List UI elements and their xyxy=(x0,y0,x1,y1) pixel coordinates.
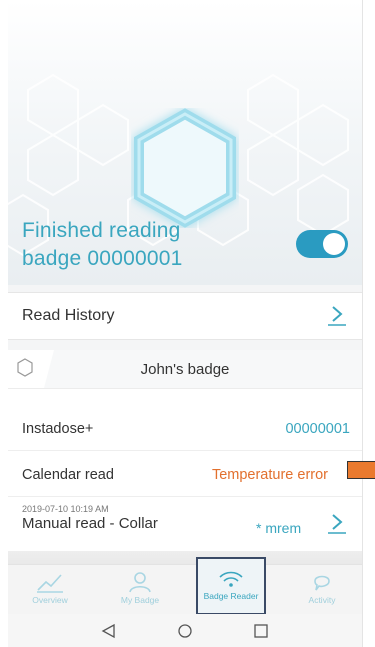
recents-icon[interactable] xyxy=(252,623,270,639)
nav-activity-label: Activity xyxy=(308,595,336,605)
nav-badge-reader-label: Badge Reader xyxy=(203,591,259,601)
read-history-row[interactable]: Read History xyxy=(8,292,362,340)
reader-toggle[interactable] xyxy=(296,230,348,258)
nav-my-badge[interactable]: My Badge xyxy=(98,565,182,615)
nav-my-badge-label: My Badge xyxy=(120,595,160,605)
reading-status-line1: Finished reading xyxy=(22,219,181,242)
calendar-read-label: Calendar read xyxy=(22,467,114,483)
system-nav-bar xyxy=(8,614,362,647)
user-icon xyxy=(129,572,151,593)
toggle-knob xyxy=(323,233,345,255)
badge-hexagon-icon xyxy=(131,108,239,228)
device-value: 00000001 xyxy=(285,421,350,437)
manual-read-title: Manual read - Collar xyxy=(22,515,158,532)
error-highlight-marker xyxy=(347,461,375,479)
device-label: Instadose+ xyxy=(22,421,94,437)
nav-badge-reader[interactable]: Badge Reader xyxy=(196,557,266,615)
manual-read-timestamp: 2019-07-10 10:19 AM xyxy=(22,504,109,514)
divider xyxy=(8,450,362,451)
bottom-nav: Overview My Badge Badge Reader Activity xyxy=(8,557,362,615)
back-icon[interactable] xyxy=(100,623,118,639)
manual-read-dose: * mrem xyxy=(256,520,302,536)
calendar-read-row: Calendar read Temperature error xyxy=(22,455,350,495)
divider xyxy=(8,496,362,497)
badge-title: John's badge xyxy=(140,361,230,378)
badge-reader-hero: Finished reading badge 00000001 xyxy=(8,0,362,285)
device-row: Instadose+ 00000001 xyxy=(22,409,350,449)
chevron-right-icon[interactable] xyxy=(326,304,348,326)
badge-header: John's badge xyxy=(8,350,362,389)
manual-read-entry[interactable]: 2019-07-10 10:19 AM Manual read - Collar xyxy=(22,504,158,532)
chart-icon xyxy=(37,574,63,593)
nav-overview[interactable]: Overview xyxy=(8,565,92,615)
badge-details-card: John's badge Instadose+ 00000001 Calenda… xyxy=(8,350,362,555)
wifi-icon xyxy=(219,571,243,587)
temperature-error-status: Temperature error xyxy=(211,467,328,483)
app-screen: Finished reading badge 00000001 Read His… xyxy=(8,0,363,647)
reading-status-line2: badge 00000001 xyxy=(22,247,183,270)
chat-icon xyxy=(314,575,330,591)
read-history-label: Read History xyxy=(22,307,115,324)
home-icon[interactable] xyxy=(176,623,194,639)
nav-overview-label: Overview xyxy=(32,595,68,605)
nav-activity[interactable]: Activity xyxy=(280,565,362,615)
chevron-right-icon[interactable] xyxy=(326,512,348,534)
